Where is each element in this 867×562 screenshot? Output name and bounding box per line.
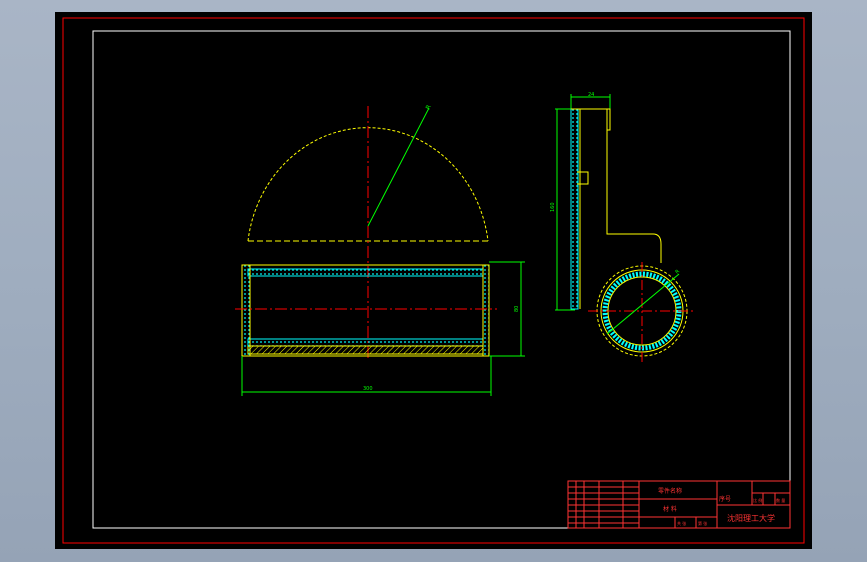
title-university: 沈阳理工大学 (727, 513, 775, 523)
side-view: 24 160 R (550, 92, 695, 362)
side-height-label: 160 (550, 202, 556, 212)
engineering-drawing: R 300 80 24 160 R 零件名称 材 料 序号 比 例 数 量 共 … (62, 17, 805, 544)
pipe-right-end (482, 264, 490, 357)
front-width-label: 300 (363, 386, 373, 392)
title-part-name: 零件名称 (658, 487, 682, 495)
title-sheet-1: 共 张 (677, 520, 686, 526)
side-radius-label: R (674, 268, 681, 275)
side-width-label: 24 (588, 92, 594, 98)
cad-viewport[interactable]: R 300 80 24 160 R 零件名称 材 料 序号 比 例 数 量 共 … (55, 12, 812, 549)
front-radius-label: R (425, 104, 433, 111)
side-bracket-outline (571, 108, 662, 263)
front-radius-leader (367, 107, 430, 227)
title-scale-2: 数 量 (776, 497, 785, 503)
pipe-left-end (241, 264, 251, 357)
outer-sheet-border (62, 17, 805, 544)
title-sheet-2: 第 张 (698, 520, 707, 526)
title-scale-1: 比 例 (753, 497, 762, 503)
inner-frame (92, 30, 791, 529)
pipe-bottom-wall (247, 338, 484, 347)
front-height-label: 80 (514, 306, 520, 312)
title-serial-label: 序号 (719, 495, 731, 503)
pipe-base-plate (247, 345, 484, 355)
dome-arc (247, 127, 489, 242)
pipe-top-wall (247, 268, 484, 277)
title-material: 材 料 (663, 505, 677, 513)
side-plate-hatched (570, 108, 579, 310)
front-view: R 300 80 (235, 104, 525, 396)
